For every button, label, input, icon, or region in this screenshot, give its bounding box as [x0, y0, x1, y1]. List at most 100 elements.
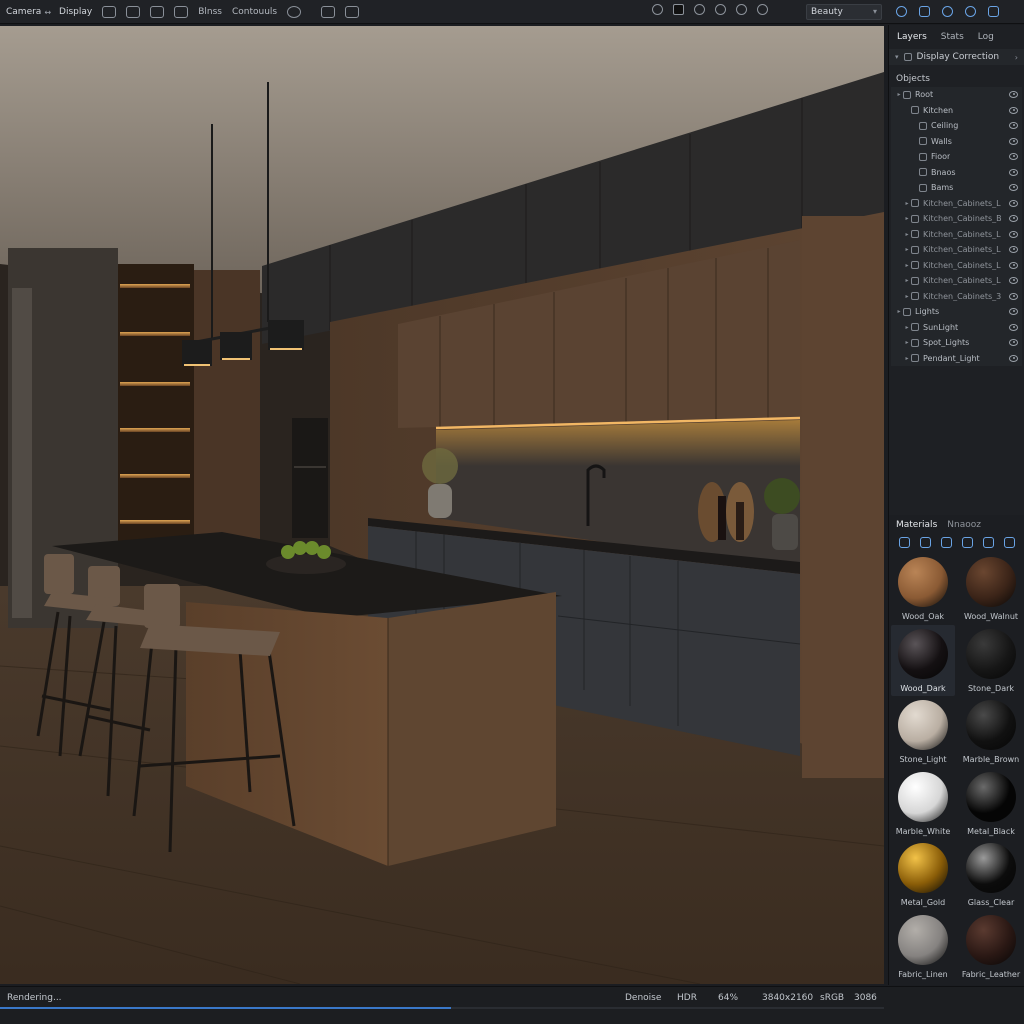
chevron-right-icon[interactable]: ▸ [895, 308, 903, 315]
save-icon[interactable] [988, 6, 999, 17]
material-swatch[interactable]: Wood_Walnut [959, 553, 1023, 625]
tree-item[interactable]: ▸ Kitchen_Cabinets_3 [891, 289, 1022, 305]
move-icon[interactable] [174, 6, 189, 18]
material-swatch[interactable]: Metal_Black [959, 768, 1023, 840]
eye-icon[interactable] [1009, 106, 1018, 114]
chevron-right-icon[interactable]: ▸ [903, 355, 911, 362]
light-preview-icon[interactable] [962, 537, 973, 548]
toolbar-item-contours[interactable]: Contouuls [232, 7, 277, 17]
chevron-right-icon[interactable]: ▸ [903, 277, 911, 284]
chevron-right-icon[interactable]: ▸ [895, 91, 903, 98]
eye-icon[interactable] [1009, 184, 1018, 191]
material-swatch[interactable]: Metal_Gold [891, 839, 955, 911]
tree-item[interactable]: Kitchen [891, 103, 1022, 119]
material-swatch[interactable]: Marble_Brown [959, 696, 1023, 768]
tree-item[interactable]: ▸ Root [891, 87, 1022, 103]
tree-item[interactable]: ▸ Kitchen_Cabinets_L [891, 258, 1022, 274]
eye-icon[interactable] [1009, 91, 1018, 98]
globe-icon[interactable] [896, 6, 907, 17]
render-viewport[interactable] [0, 26, 884, 984]
eye-icon[interactable] [1009, 339, 1018, 346]
chevron-right-icon[interactable]: ▸ [903, 324, 911, 331]
display-correction-row[interactable]: ▾ Display Correction › [889, 49, 1024, 65]
black-square-icon[interactable] [673, 4, 684, 15]
tab-materials[interactable]: Materials [896, 520, 937, 530]
tree-item[interactable]: ▸ Pendant_Light [891, 351, 1022, 367]
material-swatch[interactable]: Fabric_Linen [891, 911, 955, 983]
sphere-preview-icon[interactable] [899, 537, 910, 548]
select-icon[interactable] [150, 6, 165, 18]
exposure-icon[interactable] [652, 4, 663, 15]
camera-menu[interactable]: Camera ↔ [6, 7, 51, 17]
tree-item[interactable]: ▸ Kitchen_Cabinets_L [891, 273, 1022, 289]
render-pass-select[interactable]: Beauty ▾ [806, 4, 882, 20]
chevron-right-icon[interactable]: ▸ [903, 231, 911, 238]
eye-icon[interactable] [1009, 153, 1018, 160]
grid-view-icon[interactable] [1004, 537, 1015, 548]
tree-item[interactable]: Bnaos [891, 165, 1022, 181]
hdr-toggle[interactable]: HDR [677, 993, 718, 1003]
tree-item[interactable]: Ceiling [891, 118, 1022, 134]
camera-icon[interactable] [919, 6, 930, 17]
tree-item[interactable]: ▸ Kitchen_Cabinets_B [891, 211, 1022, 227]
eye-icon[interactable] [1009, 277, 1018, 284]
tab-nnaooz[interactable]: Nnaooz [947, 520, 981, 530]
object-icon [911, 338, 919, 347]
region-icon[interactable] [345, 6, 360, 18]
chevron-right-icon[interactable]: ▸ [903, 200, 911, 207]
tab-log[interactable]: Log [978, 32, 994, 45]
material-swatch[interactable]: Fabric_Leather [959, 911, 1023, 983]
denoise-toggle[interactable]: Denoise [625, 993, 677, 1003]
plane-preview-icon[interactable] [920, 537, 931, 548]
material-swatch[interactable]: Glass_Clear [959, 839, 1023, 911]
pin-icon[interactable] [965, 6, 976, 17]
eye-icon[interactable] [1009, 137, 1018, 145]
chevron-right-icon[interactable]: ▸ [903, 246, 911, 253]
target-icon[interactable] [942, 6, 953, 17]
compare-icon[interactable] [757, 4, 768, 15]
list-view-icon[interactable] [983, 537, 994, 548]
chevron-right-icon[interactable]: ▸ [903, 215, 911, 222]
eye-icon[interactable] [1009, 215, 1018, 222]
toolbar-item-blnss[interactable]: Blnss [198, 7, 222, 17]
tab-stats[interactable]: Stats [941, 32, 964, 45]
tree-item[interactable]: ▸ SunLight [891, 320, 1022, 336]
chevron-right-icon[interactable]: ▸ [903, 293, 911, 300]
grid-icon[interactable] [126, 6, 141, 18]
contrast-icon[interactable] [694, 4, 705, 15]
tree-item[interactable]: ▸ Spot_Lights [891, 335, 1022, 351]
tab-layers[interactable]: Layers [897, 32, 927, 45]
material-swatch[interactable]: Stone_Dark [959, 625, 1023, 697]
tree-item[interactable]: ▸ Kitchen_Cabinets_L [891, 242, 1022, 258]
eye-icon[interactable] [1009, 323, 1018, 331]
eye-icon[interactable] [1009, 230, 1018, 238]
tree-item[interactable]: Fioor [891, 149, 1022, 165]
eye-icon[interactable] [1009, 246, 1018, 253]
eye-icon[interactable] [1009, 308, 1018, 315]
history-icon[interactable] [736, 4, 747, 15]
cube-preview-icon[interactable] [941, 537, 952, 548]
eye-icon[interactable] [1009, 168, 1018, 176]
eye-icon[interactable] [1009, 261, 1018, 269]
tree-item[interactable]: ▸ Kitchen_Cabinets_L [891, 227, 1022, 243]
tree-item[interactable]: ▸ Kitchen_Cabinets_L [891, 196, 1022, 212]
chevron-right-icon[interactable]: ▸ [903, 339, 911, 346]
color-icon[interactable] [715, 4, 726, 15]
material-swatch[interactable]: Stone_Light [891, 696, 955, 768]
frame-icon[interactable] [102, 6, 117, 18]
settings-icon[interactable] [287, 6, 302, 18]
eye-icon[interactable] [1009, 354, 1018, 362]
tree-item[interactable]: Walls [891, 134, 1022, 150]
material-swatch[interactable]: Wood_Oak [891, 553, 955, 625]
snapshot-icon[interactable] [321, 6, 336, 18]
chevron-right-icon[interactable]: ▸ [903, 262, 911, 269]
material-swatch[interactable]: Marble_White [891, 768, 955, 840]
display-menu[interactable]: Display [59, 7, 92, 17]
eye-icon[interactable] [1009, 122, 1018, 129]
eye-icon[interactable] [1009, 292, 1018, 300]
colorspace-value[interactable]: sRGB [820, 993, 854, 1003]
eye-icon[interactable] [1009, 199, 1018, 207]
tree-item[interactable]: ▸ Lights [891, 304, 1022, 320]
tree-item[interactable]: Bams [891, 180, 1022, 196]
material-swatch[interactable]: Wood_Dark [891, 624, 955, 696]
